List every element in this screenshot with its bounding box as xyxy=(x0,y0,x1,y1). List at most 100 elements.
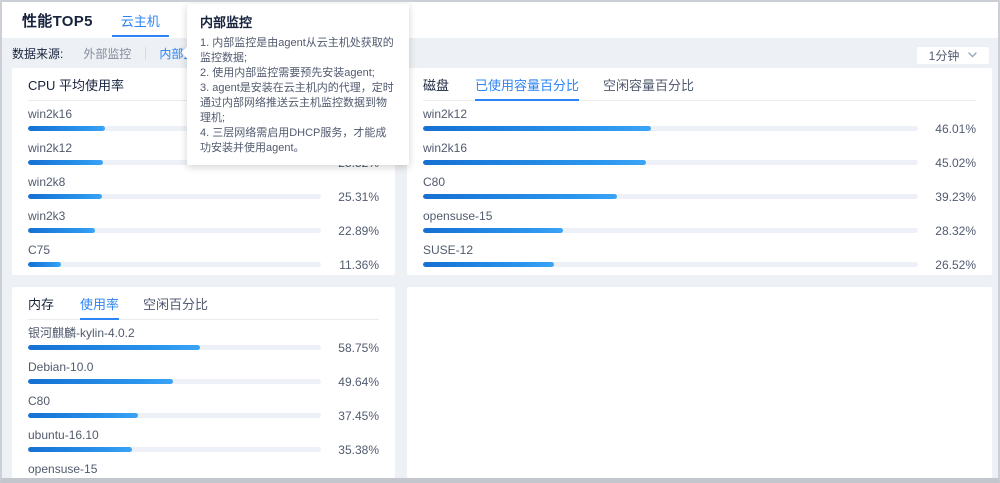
metric-row: ubuntu-16.10 35.38% xyxy=(28,428,379,458)
panel-tab[interactable]: 空闲百分比 xyxy=(143,287,208,319)
usage-bar-fill xyxy=(423,126,651,131)
internal-monitoring-tooltip: 内部监控 1. 内部监控是由agent从云主机处获取的监控数据; 2. 使用内部… xyxy=(187,4,409,165)
metric-row: 银河麒麟-kylin-4.0.2 58.75% xyxy=(28,326,379,356)
panel-tab[interactable]: 使用率 xyxy=(80,287,119,319)
metric-value: 35.38% xyxy=(321,443,379,457)
metric-row: opensuse-15 26.85% xyxy=(28,462,379,478)
metric-line: 39.23% xyxy=(423,190,976,203)
usage-bar-fill xyxy=(28,228,95,233)
metric-label: C80 xyxy=(423,175,976,190)
usage-bar-track xyxy=(423,160,918,165)
metric-row: win2k3 22.89% xyxy=(28,209,379,239)
panel-disk-title: 磁盘 xyxy=(423,75,449,94)
metric-value: 22.89% xyxy=(321,224,379,238)
usage-bar-track xyxy=(28,262,321,267)
metric-row: win2k16 45.02% xyxy=(423,141,976,171)
metric-row: opensuse-15 28.32% xyxy=(423,209,976,239)
usage-bar-track xyxy=(28,447,321,452)
panel-memory-header: 内存 使用率 空闲百分比 xyxy=(28,287,379,320)
metric-row: win2k8 25.31% xyxy=(28,175,379,205)
metric-line: 26.85% xyxy=(28,477,379,478)
metric-line: 11.36% xyxy=(28,258,379,271)
metric-row: SUSE-12 26.52% xyxy=(423,243,976,273)
panel-memory-title: 内存 xyxy=(28,294,54,313)
interval-value: 1分钟 xyxy=(929,47,960,64)
panel-tab[interactable]: 空闲容量百分比 xyxy=(603,68,694,100)
metric-label: win2k12 xyxy=(423,107,976,122)
usage-bar-track xyxy=(28,345,321,350)
page-title: 性能TOP5 xyxy=(22,10,93,31)
metric-label: ubuntu-16.10 xyxy=(28,428,379,443)
metric-line: 49.64% xyxy=(28,375,379,388)
app-header: 性能TOP5 云主机 路由 xyxy=(2,2,998,38)
usage-bar-track xyxy=(423,194,918,199)
metric-row: win2k12 46.01% xyxy=(423,107,976,137)
metric-row: C75 11.36% xyxy=(28,243,379,273)
usage-bar-fill xyxy=(28,379,173,384)
metric-value: 26.52% xyxy=(918,258,976,272)
panel-memory: 内存 使用率 空闲百分比 银河麒麟-kylin-4.0.2 58.75% Deb… xyxy=(12,287,395,478)
usage-bar-fill xyxy=(423,262,554,267)
metric-value: 25.31% xyxy=(321,190,379,204)
metric-label: win2k8 xyxy=(28,175,379,190)
metric-value: 45.02% xyxy=(918,156,976,170)
usage-bar-track xyxy=(28,194,321,199)
usage-bar-track xyxy=(423,262,918,267)
panel-disk: 磁盘 已使用容量百分比 空闲容量百分比 win2k12 46.01% win2k… xyxy=(407,68,992,275)
metric-value: 49.64% xyxy=(321,375,379,389)
panel-memory-rows: 银河麒麟-kylin-4.0.2 58.75% Debian-10.0 49.6… xyxy=(12,320,395,478)
metric-value: 28.32% xyxy=(918,224,976,238)
metric-row: Debian-10.0 49.64% xyxy=(28,360,379,390)
usage-bar-fill xyxy=(28,126,105,131)
metric-label: opensuse-15 xyxy=(28,462,379,477)
usage-bar-track xyxy=(423,228,918,233)
datasource-label: 数据来源: xyxy=(12,45,63,62)
usage-bar-fill xyxy=(423,228,563,233)
panel-empty xyxy=(407,287,992,478)
panel-disk-tabs: 已使用容量百分比 空闲容量百分比 xyxy=(463,68,706,100)
usage-bar-fill xyxy=(28,262,61,267)
usage-bar-fill xyxy=(423,194,617,199)
panel-memory-tabs: 使用率 空闲百分比 xyxy=(68,287,220,319)
metric-label: win2k3 xyxy=(28,209,379,224)
usage-bar-fill xyxy=(28,413,138,418)
usage-bar-track xyxy=(28,379,321,384)
chevron-down-icon xyxy=(968,52,977,58)
datasource-option[interactable]: 外部监控 xyxy=(69,43,145,64)
metric-line: 26.52% xyxy=(423,258,976,271)
metric-label: C80 xyxy=(28,394,379,409)
metric-row: C80 37.45% xyxy=(28,394,379,424)
panel-tab[interactable]: 已使用容量百分比 xyxy=(475,68,579,100)
metric-value: 39.23% xyxy=(918,190,976,204)
tooltip-line: 4. 三层网络需启用DHCP服务，才能成功安装并使用agent。 xyxy=(200,126,396,156)
header-tab-label: 云主机 xyxy=(121,11,160,30)
usage-bar-fill xyxy=(28,194,102,199)
panel-disk-header: 磁盘 已使用容量百分比 空闲容量百分比 xyxy=(423,68,976,101)
metric-label: C75 xyxy=(28,243,379,258)
metric-label: win2k16 xyxy=(423,141,976,156)
metric-value: 58.75% xyxy=(321,341,379,355)
metric-label: 银河麒麟-kylin-4.0.2 xyxy=(28,326,379,341)
header-tab[interactable]: 云主机 xyxy=(107,2,174,38)
metric-value: 37.45% xyxy=(321,409,379,423)
metric-line: 58.75% xyxy=(28,341,379,354)
tooltip-line: 3. agent是安装在云主机内的代理，定时通过内部网络推送云主机监控数据到物理… xyxy=(200,81,396,126)
metric-line: 37.45% xyxy=(28,409,379,422)
metric-line: 46.01% xyxy=(423,122,976,135)
usage-bar-track xyxy=(28,413,321,418)
metric-value: 46.01% xyxy=(918,122,976,136)
usage-bar-fill xyxy=(423,160,646,165)
panel-cpu-title: CPU 平均使用率 xyxy=(28,75,124,94)
metric-line: 35.38% xyxy=(28,443,379,456)
metric-line: 28.32% xyxy=(423,224,976,237)
metric-label: Debian-10.0 xyxy=(28,360,379,375)
interval-dropdown[interactable]: 1分钟 xyxy=(916,46,990,65)
tooltip-line: 2. 使用内部监控需要预先安装agent; xyxy=(200,66,396,81)
metric-label: SUSE-12 xyxy=(423,243,976,258)
datasource-toolbar: 数据来源: 外部监控 内部监控 ? 1分钟 xyxy=(2,38,998,68)
tooltip-title: 内部监控 xyxy=(200,12,396,31)
dashboard-window: 性能TOP5 云主机 路由 数据来源: 外部监控 内部监控 ? 1分钟 CPU … xyxy=(0,0,1000,483)
metric-label: opensuse-15 xyxy=(423,209,976,224)
metric-value: 11.36% xyxy=(321,258,379,272)
usage-bar-fill xyxy=(28,345,200,350)
